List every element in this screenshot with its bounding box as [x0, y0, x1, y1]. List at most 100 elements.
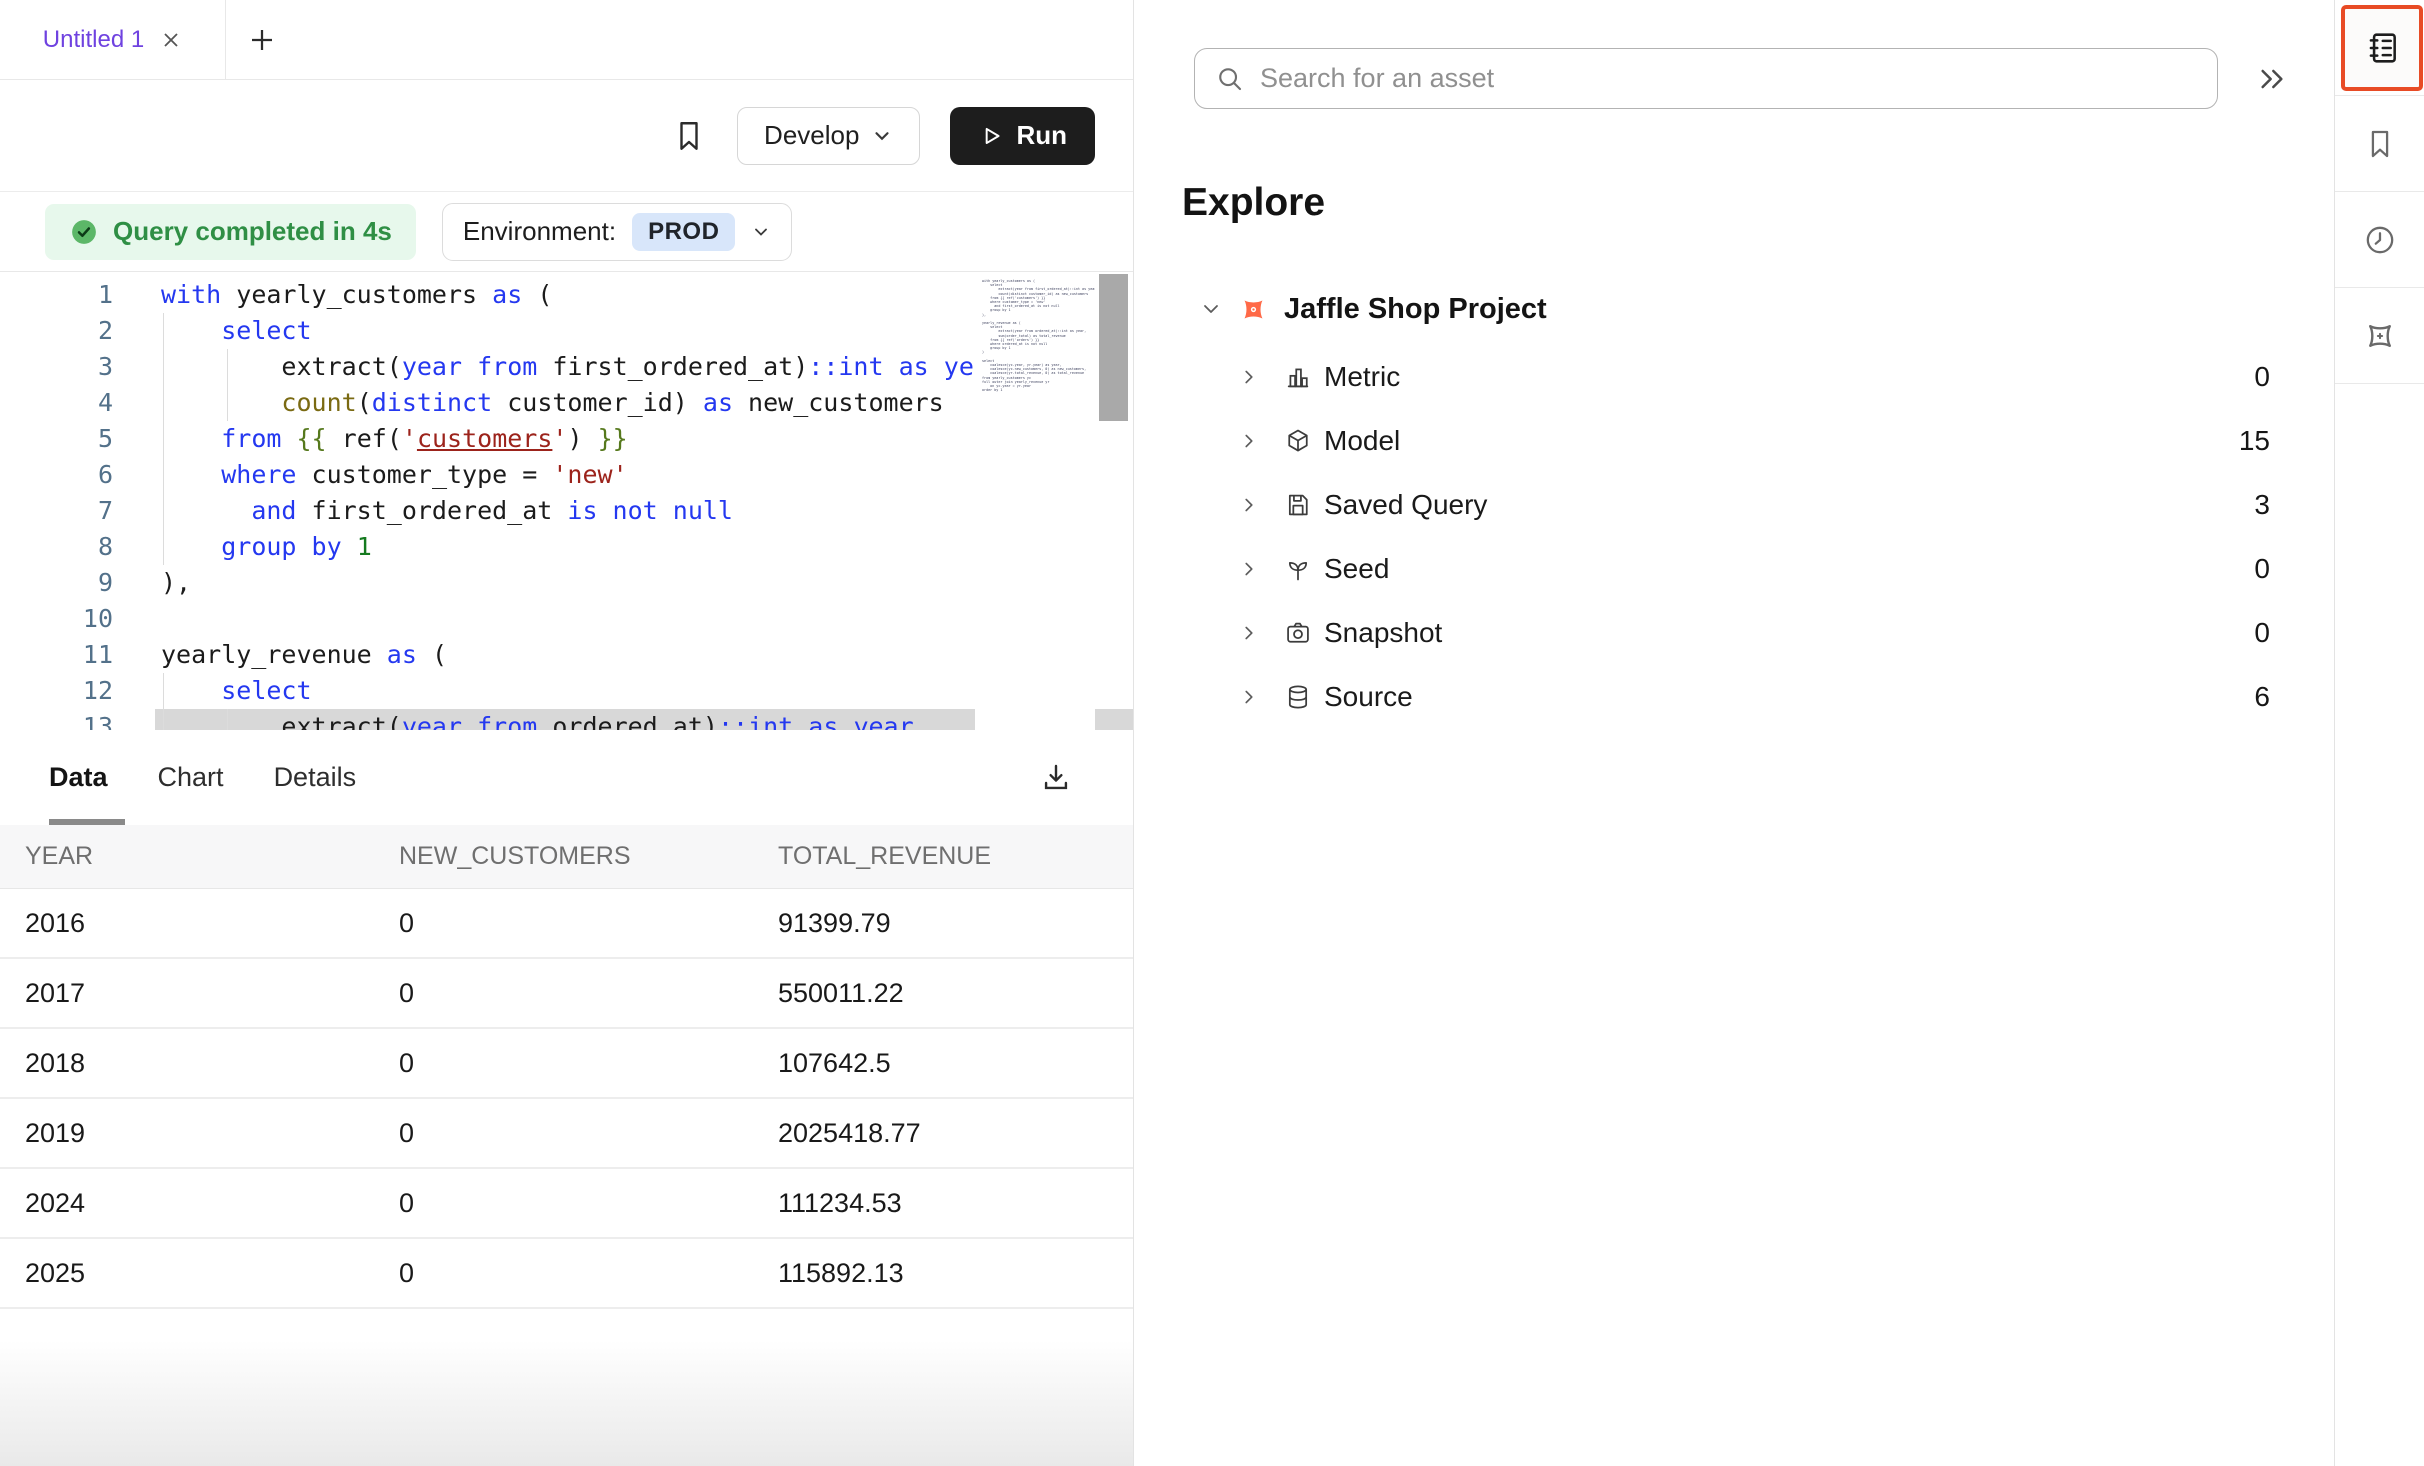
bookmark-icon	[2363, 127, 2397, 161]
table-cell: 2025418.77	[778, 1118, 1133, 1149]
chevron-right-icon[interactable]	[1238, 558, 1260, 580]
search-icon	[1215, 64, 1245, 94]
source-icon	[1284, 683, 1312, 711]
collapse-panel-icon[interactable]	[2256, 63, 2288, 95]
chevron-right-icon[interactable]	[1238, 686, 1260, 708]
status-row: Query completed in 4s Environment: PROD	[0, 192, 1133, 271]
editor-panel: Untitled 1 Develop	[0, 0, 1134, 1466]
query-status-badge: Query completed in 4s	[45, 204, 416, 260]
dbt-logo-icon	[1238, 294, 1269, 325]
chevron-down-icon	[751, 222, 771, 242]
tab-title: Untitled 1	[43, 26, 144, 54]
table-cell: 2024	[25, 1188, 399, 1219]
editor-scrollbar-thumb[interactable]	[1099, 274, 1128, 421]
tree-item-model[interactable]: Model 15	[1135, 409, 2334, 473]
chevron-right-icon[interactable]	[1238, 430, 1260, 452]
column-header: YEAR	[25, 842, 399, 871]
sql-code-editor[interactable]: 12345678910111213 with yearly_customers …	[0, 271, 1133, 730]
tree-item-label: Metric	[1324, 361, 1400, 393]
table-row: 20250115892.13	[0, 1239, 1133, 1309]
editor-minimap[interactable]: with yearly_customers as ( select extrac…	[975, 272, 1095, 730]
tree-item-snapshot[interactable]: Snapshot0	[1135, 601, 2334, 665]
metric-icon	[1284, 363, 1312, 391]
tree-item-count: 3	[2254, 489, 2270, 521]
explore-panel: Explore Jaffle Shop Project Metric 0 Model…	[1135, 0, 2334, 1466]
table-cell: 0	[399, 1258, 778, 1289]
tree-item-saved-query[interactable]: Saved Query3	[1135, 473, 2334, 537]
chevron-right-icon[interactable]	[1238, 494, 1260, 516]
indent-guide	[227, 709, 228, 730]
table-cell: 550011.22	[778, 978, 1133, 1009]
run-label: Run	[1016, 120, 1067, 151]
right-icon-rail	[2334, 0, 2424, 1466]
copilot-icon	[2362, 318, 2398, 354]
table-cell: 2016	[25, 908, 399, 939]
tree-item-label: Model	[1324, 425, 1400, 457]
results-table-body: 2016091399.7920170550011.2220180107642.5…	[0, 889, 1133, 1309]
environment-selector[interactable]: Environment: PROD	[442, 203, 793, 261]
tab-untitled-1[interactable]: Untitled 1	[0, 0, 226, 79]
seed-icon	[1284, 555, 1312, 583]
table-cell: 0	[399, 908, 778, 939]
indent-guide	[227, 349, 228, 421]
new-tab-button[interactable]	[226, 0, 298, 79]
develop-label: Develop	[764, 120, 859, 151]
tab-details[interactable]: Details	[274, 762, 357, 793]
table-cell: 0	[399, 1188, 778, 1219]
plus-icon	[247, 25, 277, 55]
active-rail-highlight	[2341, 5, 2423, 91]
active-tab-underline	[49, 819, 125, 825]
project-name: Jaffle Shop Project	[1284, 293, 1547, 326]
table-row: 20170550011.22	[0, 959, 1133, 1029]
rail-item-bookmarks[interactable]	[2335, 96, 2424, 192]
asset-tree: Jaffle Shop Project Metric 0 Model 15 Saved …	[1135, 287, 2334, 729]
download-button[interactable]	[1039, 760, 1073, 796]
project-row[interactable]: Jaffle Shop Project	[1135, 287, 2334, 331]
bookmark-icon[interactable]	[671, 118, 707, 154]
model-icon	[1284, 427, 1312, 455]
line-number-gutter: 12345678910111213	[0, 277, 113, 730]
tree-item-count: 0	[2254, 361, 2270, 393]
table-cell: 0	[399, 1118, 778, 1149]
chevron-down-icon	[1199, 297, 1223, 321]
play-icon	[978, 123, 1004, 149]
table-cell: 2018	[25, 1048, 399, 1079]
table-row: 201902025418.77	[0, 1099, 1133, 1169]
rail-item-history[interactable]	[2335, 192, 2424, 288]
asset-search-box[interactable]	[1194, 48, 2218, 109]
tab-data[interactable]: Data	[49, 762, 108, 793]
tree-item-metric[interactable]: Metric 0	[1135, 345, 2334, 409]
app-root: Untitled 1 Develop	[0, 0, 2424, 1466]
query-status-text: Query completed in 4s	[113, 216, 392, 247]
indent-guide	[163, 673, 164, 730]
tab-chart[interactable]: Chart	[158, 762, 224, 793]
column-header: NEW_CUSTOMERS	[399, 842, 778, 871]
results-table-header: YEARNEW_CUSTOMERSTOTAL_REVENUE	[0, 825, 1133, 889]
table-cell: 107642.5	[778, 1048, 1133, 1079]
table-cell: 91399.79	[778, 908, 1133, 939]
run-button[interactable]: Run	[950, 107, 1095, 165]
close-icon[interactable]	[160, 29, 182, 51]
tree-item-seed[interactable]: Seed0	[1135, 537, 2334, 601]
table-cell: 0	[399, 978, 778, 1009]
search-input[interactable]	[1260, 49, 2217, 108]
file-tabbar: Untitled 1	[0, 0, 1133, 80]
chevron-down-icon	[871, 125, 893, 147]
rail-item-copilot[interactable]	[2335, 288, 2424, 384]
develop-dropdown[interactable]: Develop	[737, 107, 920, 165]
table-cell: 0	[399, 1048, 778, 1079]
results-tabbar: Data Chart Details	[0, 730, 1133, 825]
explore-heading: Explore	[1182, 181, 2334, 225]
tree-item-source[interactable]: Source6	[1135, 665, 2334, 729]
tree-item-count: 15	[2239, 425, 2270, 457]
indent-guide	[163, 313, 164, 565]
table-cell: 115892.13	[778, 1258, 1133, 1289]
editor-toolbar: Develop Run	[0, 80, 1133, 192]
asset-search-row	[1194, 48, 2334, 109]
table-row: 20240111234.53	[0, 1169, 1133, 1239]
column-header: TOTAL_REVENUE	[778, 842, 1133, 871]
clock-icon	[2363, 223, 2397, 257]
chevron-right-icon[interactable]	[1238, 622, 1260, 644]
chevron-right-icon[interactable]	[1238, 366, 1260, 388]
rail-item-catalog[interactable]	[2335, 0, 2424, 96]
